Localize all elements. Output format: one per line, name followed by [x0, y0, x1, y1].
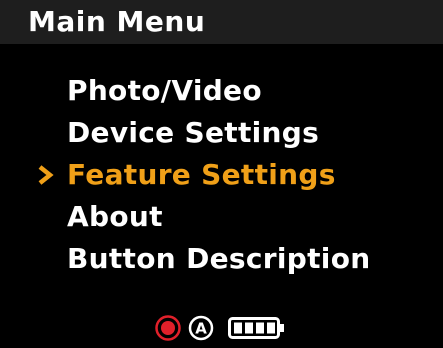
menu-list: Photo/Video Device Settings Feature Sett…: [0, 70, 443, 280]
record-indicator-icon: [155, 315, 181, 341]
selection-chevron-icon: [38, 165, 54, 185]
menu-item-label: Device Settings: [67, 116, 320, 149]
mode-letter: A: [195, 320, 207, 338]
menu-item-label: Button Description: [67, 242, 371, 275]
battery-segment: [245, 322, 253, 334]
battery-icon: [228, 317, 284, 339]
menu-item-about[interactable]: About: [0, 196, 443, 238]
menu-item-label: Feature Settings: [67, 158, 336, 191]
menu-item-button-description[interactable]: Button Description: [0, 238, 443, 280]
menu-item-feature-settings[interactable]: Feature Settings: [0, 154, 443, 196]
main-menu-screen: Main Menu Photo/Video Device Settings Fe…: [0, 0, 443, 348]
battery-segment: [267, 322, 275, 334]
menu-item-label: Photo/Video: [67, 74, 262, 107]
auto-mode-icon: A: [188, 315, 214, 341]
menu-item-label: About: [67, 200, 163, 233]
battery-segment: [234, 322, 242, 334]
header-bar: Main Menu: [0, 0, 443, 44]
battery-segment: [256, 322, 264, 334]
menu-item-device-settings[interactable]: Device Settings: [0, 112, 443, 154]
status-bar: A: [0, 308, 443, 348]
page-title: Main Menu: [28, 5, 206, 38]
battery-level-bars: [234, 322, 275, 334]
menu-item-photo-video[interactable]: Photo/Video: [0, 70, 443, 112]
